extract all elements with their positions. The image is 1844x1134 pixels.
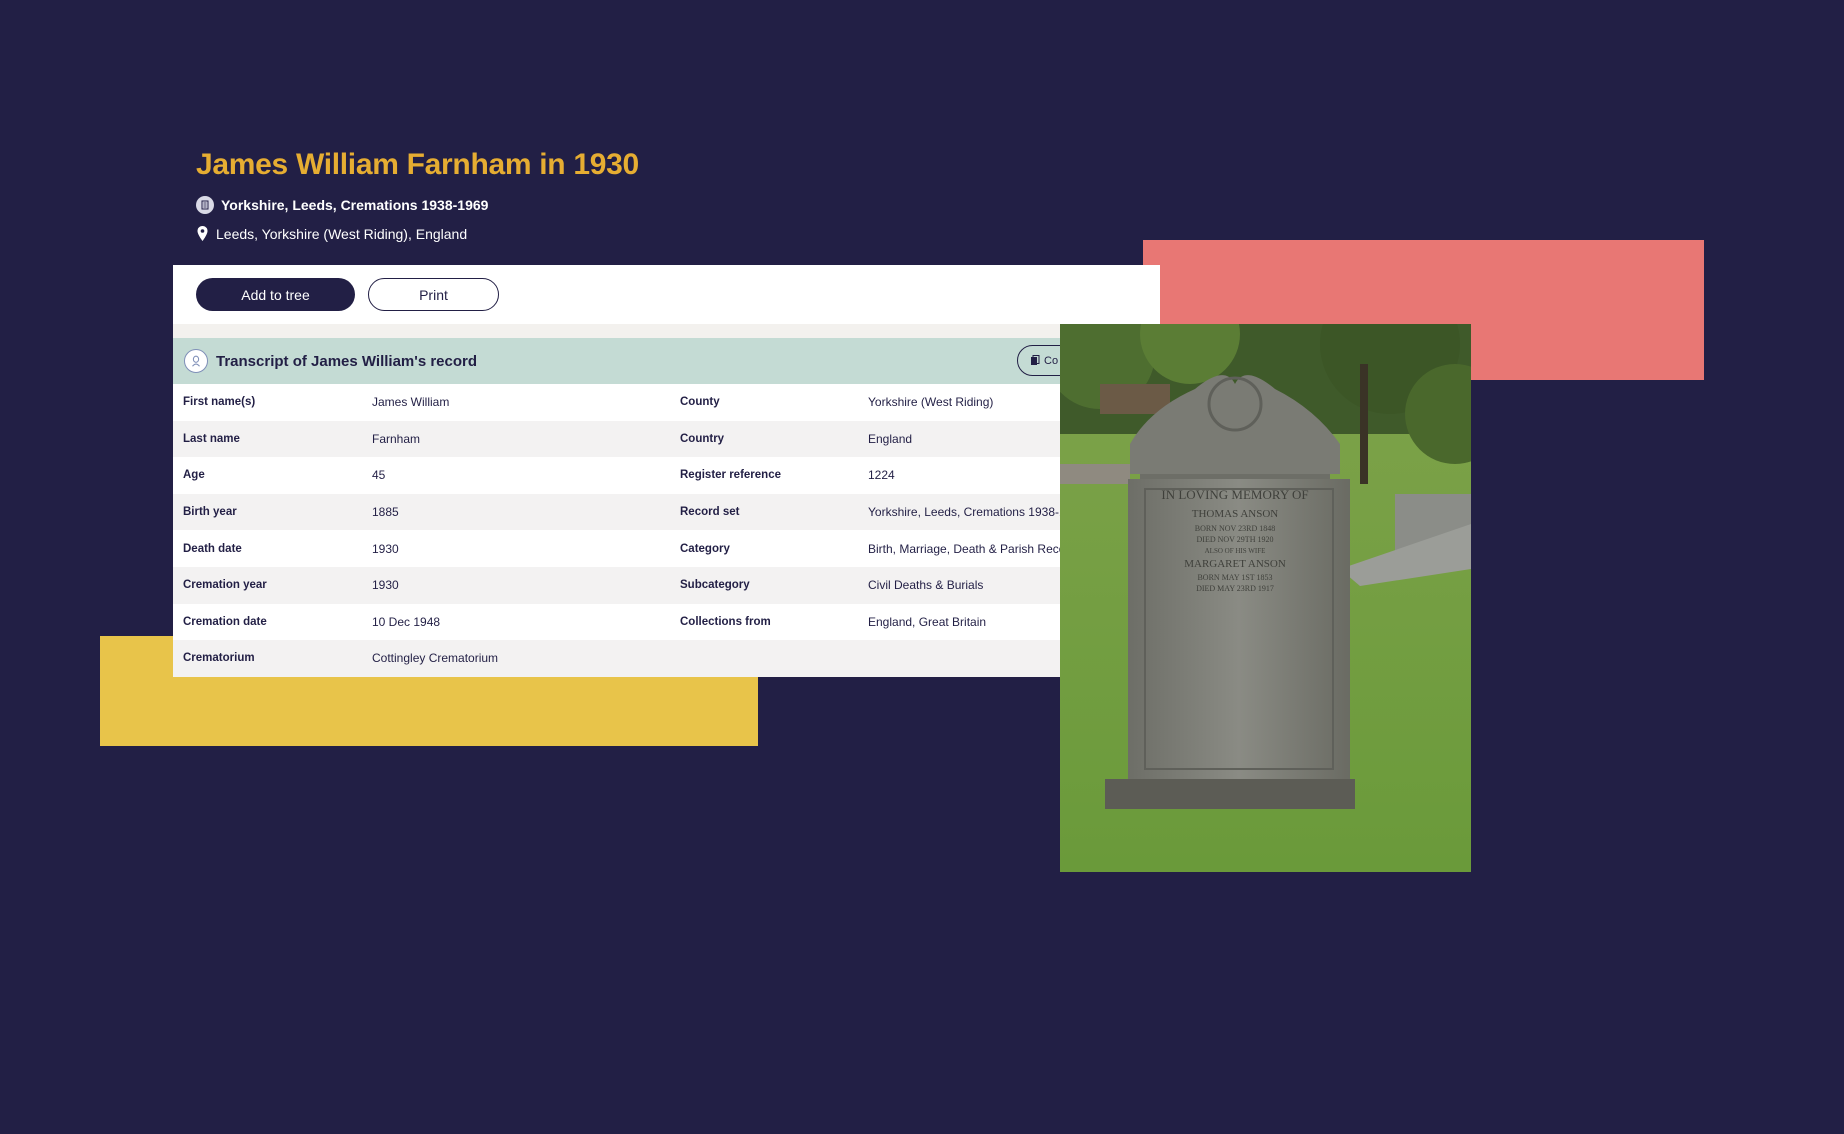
field-label: Collections from: [680, 615, 771, 628]
field-label: Birth year: [183, 506, 237, 519]
record-panel: Add to tree Print Transcript of James Wi…: [173, 265, 1160, 677]
table-row: Crematorium Cottingley Crematorium: [173, 640, 1160, 677]
field-value: Birth, Marriage, Death & Parish Recor: [868, 541, 1070, 556]
field-label: Subcategory: [680, 579, 750, 592]
field-value: Cottingley Crematorium: [372, 651, 499, 666]
table-row: Cremation year 1930 Subcategory Civil Death…: [173, 566, 1160, 604]
table-row: Last name Farnham Country England: [173, 420, 1160, 458]
record-location-label: Leeds, Yorkshire (West Riding), England: [216, 225, 468, 242]
field-value: Civil Deaths & Burials: [868, 578, 984, 593]
book-icon: [196, 196, 214, 214]
transcript-table: First name(s) James William County Yorkshir…: [173, 384, 1160, 677]
field-label: Register reference: [680, 469, 781, 482]
inscription-line: ALSO OF HIS WIFE: [1205, 547, 1266, 555]
field-label: Age: [183, 469, 205, 482]
field-value: James William: [372, 395, 450, 410]
add-to-tree-button[interactable]: Add to tree: [196, 278, 355, 311]
record-header: James William Farnham in 1930 Yorkshire,…: [196, 148, 639, 242]
location-pin-icon: [196, 225, 209, 242]
field-value: Farnham: [372, 431, 421, 446]
field-label: Last name: [183, 432, 240, 445]
inscription-line: IN LOVING MEMORY OF: [1161, 487, 1308, 502]
field-value: 1224: [868, 468, 895, 483]
field-value: 1885: [372, 505, 399, 520]
table-row: Birth year 1885 Record set Yorkshire, Leeds…: [173, 493, 1160, 531]
inscription-line: BORN NOV 23RD 1848: [1195, 524, 1276, 533]
inscription-line: MARGARET ANSON: [1184, 558, 1286, 570]
copy-icon: [1031, 355, 1040, 365]
field-value: England, Great Britain: [868, 614, 987, 629]
table-row: Death date 1930 Category Birth, Marriage, D…: [173, 530, 1160, 567]
record-collection-label: Yorkshire, Leeds, Cremations 1938-1969: [221, 197, 489, 213]
field-label: Death date: [183, 542, 242, 555]
table-row: Age 45 Register reference 1224: [173, 457, 1160, 494]
field-value: England: [868, 431, 913, 446]
print-button[interactable]: Print: [368, 278, 499, 311]
field-label: Cremation year: [183, 579, 267, 592]
transcript-title: Transcript of James William's record: [216, 352, 478, 370]
field-value: 1930: [372, 541, 399, 556]
field-label: First name(s): [183, 396, 256, 409]
inscription-line: DIED NOV 29TH 1920: [1197, 535, 1274, 544]
record-location: Leeds, Yorkshire (West Riding), England: [196, 225, 639, 242]
record-collection: Yorkshire, Leeds, Cremations 1938-1969: [196, 196, 639, 214]
field-label: Cremation date: [183, 615, 267, 628]
portrait-icon: [184, 349, 208, 373]
copy-button-label: Co: [1044, 354, 1059, 367]
field-label: Crematorium: [183, 652, 255, 665]
gravestone-photo: IN LOVING MEMORY OF THOMAS ANSON BORN NO…: [1060, 324, 1471, 872]
table-row: First name(s) James William County Yorkshir…: [173, 384, 1160, 421]
inscription-line: THOMAS ANSON: [1192, 508, 1279, 520]
inscription-line: BORN MAY 1ST 1853: [1197, 573, 1272, 582]
field-label: Category: [680, 542, 730, 555]
field-value: Yorkshire (West Riding): [868, 395, 994, 410]
action-toolbar: Add to tree Print: [173, 265, 1160, 324]
field-value: 1930: [372, 578, 399, 593]
field-value: 10 Dec 1948: [372, 614, 441, 629]
field-value: Yorkshire, Leeds, Cremations 1938-19: [868, 505, 1073, 520]
page-title: James William Farnham in 1930: [196, 148, 639, 181]
inscription-line: DIED MAY 23RD 1917: [1196, 584, 1274, 593]
field-label: Record set: [680, 506, 740, 519]
table-row: Cremation date 10 Dec 1948 Collections fro…: [173, 603, 1160, 641]
gravestone-illustration: IN LOVING MEMORY OF THOMAS ANSON BORN NO…: [1060, 324, 1471, 872]
transcript-header: Transcript of James William's record Co: [173, 338, 1160, 384]
field-label: Country: [680, 432, 725, 445]
field-value: 45: [372, 468, 386, 483]
field-label: County: [680, 396, 720, 409]
